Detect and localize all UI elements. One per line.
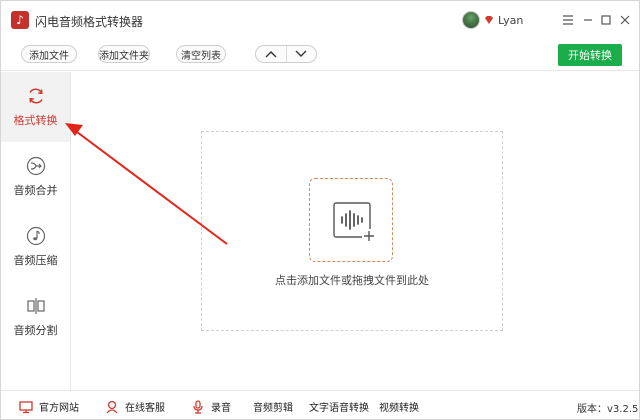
refresh-icon	[26, 86, 46, 106]
move-up-button[interactable]	[256, 46, 286, 62]
start-convert-button[interactable]: 开始转换	[558, 44, 622, 66]
app-logo-icon: ♪	[11, 11, 29, 29]
user-account[interactable]: Lyan	[462, 11, 523, 29]
username[interactable]: Lyan	[498, 14, 523, 27]
record-link[interactable]: 录音	[191, 399, 231, 414]
audio-file-add-icon	[333, 202, 376, 243]
add-audio-box[interactable]	[309, 178, 393, 262]
move-down-button[interactable]	[285, 46, 316, 62]
menu-icon[interactable]	[561, 13, 575, 27]
maximize-icon[interactable]	[599, 13, 613, 27]
sidebar-item-format-convert[interactable]: 格式转换	[1, 72, 70, 142]
version-label: 版本：v3.2.5	[577, 404, 639, 415]
add-file-button[interactable]: 添加文件	[21, 45, 77, 63]
mic-icon	[191, 399, 205, 414]
app-window: ♪ 闪电音频格式转换器 Lyan 添加文件 添加文件夹 清空列表 开始转换 格式…	[0, 0, 640, 420]
video-convert-link[interactable]: 视频转换	[379, 399, 419, 414]
status-item-label: 音频剪辑	[253, 403, 293, 414]
official-site-link[interactable]: 官方网站	[19, 399, 79, 414]
clear-list-button[interactable]: 清空列表	[176, 45, 226, 63]
status-item-label: 录音	[211, 403, 231, 414]
sidebar-item-audio-compress[interactable]: 音频压缩	[1, 212, 70, 282]
minimize-icon[interactable]	[581, 13, 595, 27]
status-item-label: 视频转换	[379, 403, 419, 414]
title-bar: ♪ 闪电音频格式转换器 Lyan	[1, 1, 639, 39]
split-icon	[26, 296, 46, 316]
status-item-label: 文字语音转换	[309, 403, 369, 414]
status-item-label: 官方网站	[39, 403, 79, 414]
chevron-down-icon	[295, 50, 307, 57]
online-support-link[interactable]: 在线客服	[105, 399, 165, 414]
sidebar-item-label: 音频压缩	[13, 254, 58, 267]
sidebar-item-audio-merge[interactable]: 音频合并	[1, 142, 70, 212]
merge-icon	[26, 156, 46, 176]
toolbar: 添加文件 添加文件夹 清空列表 开始转换	[1, 39, 639, 71]
close-icon[interactable]	[618, 13, 632, 27]
sidebar: 格式转换 音频合并 音频压缩 音频分割	[1, 72, 71, 390]
audio-edit-link[interactable]: 音频剪辑	[253, 399, 293, 414]
chevron-up-icon	[265, 51, 277, 58]
sidebar-item-label: 格式转换	[13, 114, 58, 127]
note-icon	[26, 226, 46, 246]
sidebar-item-label: 音频合并	[13, 184, 58, 197]
vip-diamond-icon	[484, 15, 494, 25]
drop-hint-text: 点击添加文件或拖拽文件到此处	[275, 274, 429, 287]
text-to-speech-link[interactable]: 文字语音转换	[309, 399, 369, 414]
sidebar-item-label: 音频分割	[13, 324, 58, 337]
support-icon	[105, 400, 119, 414]
reorder-buttons	[255, 45, 317, 63]
sidebar-item-audio-split[interactable]: 音频分割	[1, 282, 70, 352]
avatar[interactable]	[462, 11, 480, 29]
status-bar: 官方网站 在线客服 录音 音频剪辑 文字语音转换 视频转换 版本：v3.2.5	[1, 390, 639, 419]
status-item-label: 在线客服	[125, 403, 165, 414]
monitor-icon	[19, 400, 33, 414]
add-folder-button[interactable]: 添加文件夹	[98, 45, 150, 63]
app-title: 闪电音频格式转换器	[35, 15, 144, 29]
